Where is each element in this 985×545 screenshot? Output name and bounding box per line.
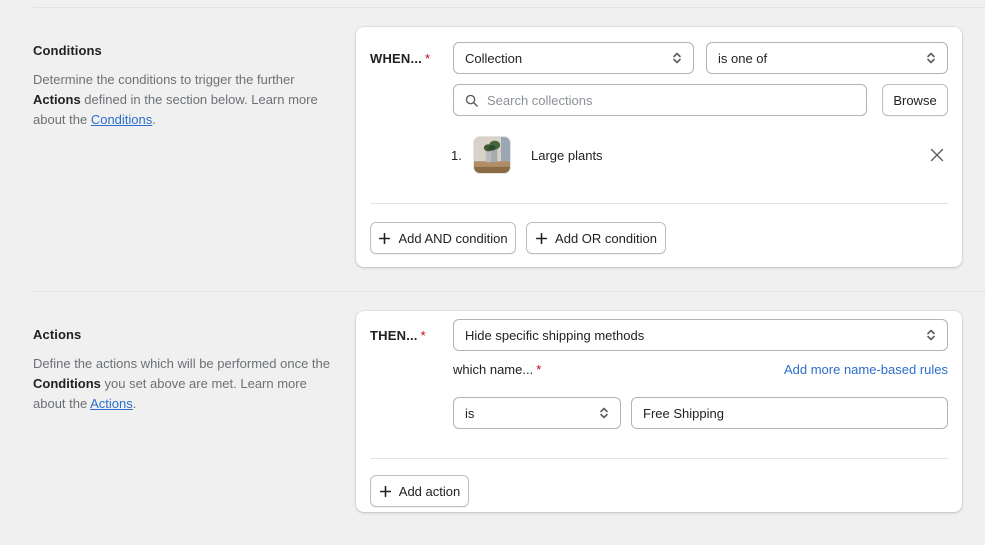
conditions-card: WHEN... * Collection is one of Search col… bbox=[356, 27, 962, 267]
close-icon bbox=[930, 148, 944, 162]
conditions-card-divider bbox=[370, 203, 948, 204]
when-required-asterisk: * bbox=[424, 51, 431, 66]
actions-desc-part1: Define the actions which will be perform… bbox=[33, 356, 330, 371]
chevron-updown-icon bbox=[600, 407, 608, 419]
then-label: THEN... * bbox=[370, 328, 426, 343]
actions-card: THEN... * Hide specific shipping methods … bbox=[356, 311, 962, 512]
condition-subject-value: Collection bbox=[465, 50, 523, 66]
add-or-condition-button[interactable]: Add OR condition bbox=[526, 222, 666, 254]
collection-name: Large plants bbox=[531, 147, 603, 163]
add-or-condition-label: Add OR condition bbox=[555, 230, 657, 246]
action-type-value: Hide specific shipping methods bbox=[465, 327, 645, 343]
plus-icon bbox=[379, 232, 391, 244]
section-divider-top bbox=[33, 291, 985, 292]
actions-section: Actions Define the actions which will be… bbox=[0, 291, 985, 545]
when-label: WHEN... * bbox=[370, 51, 430, 66]
plant-photo-thumbnail bbox=[474, 137, 510, 173]
name-rule-operator-value: is bbox=[465, 405, 475, 421]
conditions-description: Determine the conditions to trigger the … bbox=[33, 70, 333, 130]
actions-description: Define the actions which will be perform… bbox=[33, 354, 333, 414]
selected-collection-row: 1. Large plants bbox=[451, 135, 948, 175]
which-name-required-asterisk: * bbox=[536, 362, 542, 377]
conditions-desc-part1: Determine the conditions to trigger the … bbox=[33, 72, 295, 87]
add-action-button[interactable]: Add action bbox=[370, 475, 469, 507]
actions-desc-part3: . bbox=[132, 396, 137, 411]
add-and-condition-button[interactable]: Add AND condition bbox=[370, 222, 516, 254]
conditions-desc-part3: . bbox=[152, 112, 156, 127]
collection-thumbnail-image bbox=[473, 136, 511, 174]
page-title-actions: Actions bbox=[33, 327, 82, 342]
actions-card-divider bbox=[370, 458, 948, 459]
actions-learn-more-link[interactable]: Actions bbox=[90, 396, 133, 411]
add-more-name-based-rules-link[interactable]: Add more name-based rules bbox=[784, 362, 948, 377]
search-collections-placeholder: Search collections bbox=[487, 92, 593, 108]
actions-desc-bold-conditions: Conditions bbox=[33, 376, 101, 391]
chevron-updown-icon bbox=[927, 329, 935, 341]
chevron-updown-icon bbox=[927, 52, 935, 64]
condition-operator-select[interactable]: is one of bbox=[706, 42, 948, 74]
which-name-label: which name... * bbox=[453, 362, 541, 377]
chevron-updown-icon bbox=[673, 52, 681, 64]
add-and-condition-label: Add AND condition bbox=[398, 230, 508, 246]
plus-icon bbox=[535, 232, 548, 244]
page-title-conditions: Conditions bbox=[33, 43, 102, 58]
search-collections-input[interactable]: Search collections bbox=[453, 84, 867, 116]
conditions-learn-more-link[interactable]: Conditions bbox=[91, 112, 152, 127]
when-label-text: WHEN... bbox=[370, 51, 422, 66]
then-label-text: THEN... bbox=[370, 328, 418, 343]
conditions-section: Conditions Determine the conditions to t… bbox=[0, 0, 985, 291]
section-divider-top bbox=[33, 7, 985, 8]
shipping-method-name-value: Free Shipping bbox=[643, 405, 724, 421]
search-icon bbox=[465, 94, 478, 107]
browse-button-label: Browse bbox=[893, 92, 937, 108]
add-action-label: Add action bbox=[398, 483, 461, 499]
collection-index: 1. bbox=[451, 147, 462, 163]
conditions-desc-bold-actions: Actions bbox=[33, 92, 81, 107]
plus-icon bbox=[379, 485, 391, 497]
then-required-asterisk: * bbox=[420, 328, 426, 343]
remove-collection-button[interactable] bbox=[926, 144, 948, 166]
condition-operator-value: is one of bbox=[718, 50, 768, 66]
actions-description-column: Actions Define the actions which will be… bbox=[33, 327, 333, 414]
shipping-method-name-input[interactable]: Free Shipping bbox=[631, 397, 948, 429]
browse-button[interactable]: Browse bbox=[882, 84, 948, 116]
which-name-label-text: which name... bbox=[453, 362, 534, 377]
conditions-description-column: Conditions Determine the conditions to t… bbox=[33, 43, 333, 130]
condition-subject-select[interactable]: Collection bbox=[453, 42, 694, 74]
action-type-select[interactable]: Hide specific shipping methods bbox=[453, 319, 948, 351]
name-rule-operator-select[interactable]: is bbox=[453, 397, 621, 429]
